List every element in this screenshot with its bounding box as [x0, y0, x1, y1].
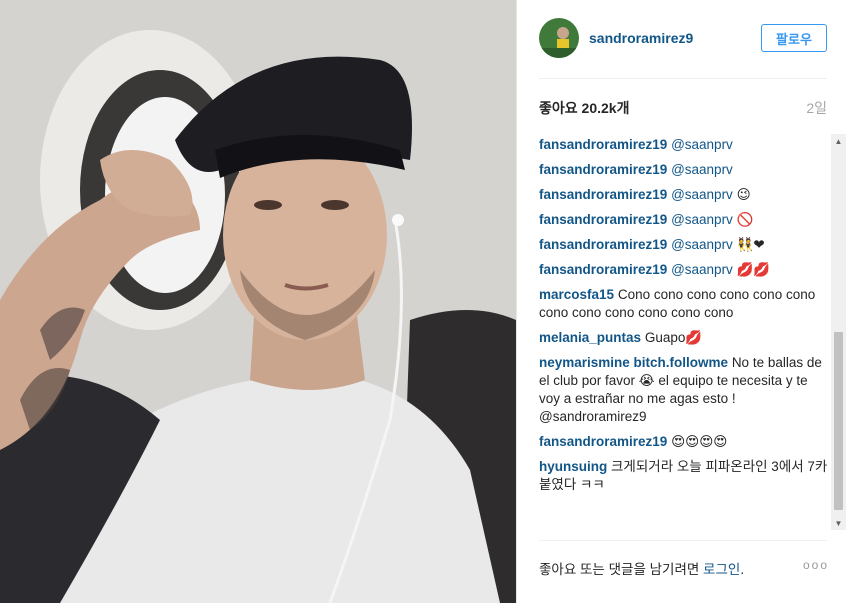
comment-username[interactable]: neymarismine bitch.followme: [539, 355, 728, 370]
comment-username[interactable]: fansandroramirez19: [539, 212, 667, 227]
post-sidebar: sandroramirez9 팔로우 좋아요 20.2k개 2일 fansand…: [516, 0, 846, 603]
comment-mention[interactable]: @saanprv: [671, 137, 733, 152]
comment-text: 💋💋: [736, 262, 771, 277]
scroll-down-icon[interactable]: ▼: [831, 516, 846, 530]
comment-username[interactable]: marcosfa15: [539, 287, 614, 302]
comment-username[interactable]: fansandroramirez19: [539, 262, 667, 277]
comment-item: fansandroramirez19 @saanprv: [539, 161, 829, 179]
comment-mention[interactable]: @saanprv: [671, 262, 733, 277]
post-header: sandroramirez9 팔로우: [517, 0, 846, 78]
comment-item: fansandroramirez19 @saanprv 💋💋: [539, 261, 829, 279]
post-footer: 좋아요 또는 댓글을 남기려면 로그인. ooo: [539, 558, 829, 582]
comment-item: hyunsuing 크게되거라 오늘 피파온라인 3에서 7카붙였다 ㅋㅋ: [539, 458, 829, 494]
comment-mention[interactable]: @saanprv: [671, 187, 733, 202]
comment-username[interactable]: fansandroramirez19: [539, 434, 667, 449]
login-link[interactable]: 로그인: [703, 562, 740, 577]
comments-list: fansandroramirez19 @saanprv fansandroram…: [539, 136, 829, 532]
likes-row: 좋아요 20.2k개 2일: [539, 98, 827, 118]
username-link[interactable]: sandroramirez9: [589, 30, 693, 46]
comment-username[interactable]: hyunsuing: [539, 459, 607, 474]
comment-mention[interactable]: @saanprv: [671, 237, 733, 252]
comment-text: Guapo💋: [644, 330, 703, 345]
comments-scrollbar[interactable]: ▲ ▼: [831, 134, 846, 530]
comment-item: neymarismine bitch.followme No te ballas…: [539, 354, 829, 426]
avatar[interactable]: [539, 18, 579, 58]
comment-username[interactable]: melania_puntas: [539, 330, 641, 345]
comment-item: fansandroramirez19 @saanprv 👯❤: [539, 236, 829, 254]
header-divider: [539, 78, 827, 79]
comment-text: 👯❤: [736, 237, 765, 252]
follow-button[interactable]: 팔로우: [761, 24, 827, 52]
footer-divider: [539, 540, 827, 541]
comment-item: melania_puntas Guapo💋: [539, 329, 829, 347]
comment-item: marcosfa15 Cono cono cono cono cono cono…: [539, 286, 829, 322]
scroll-up-icon[interactable]: ▲: [831, 134, 846, 148]
post-time: 2일: [806, 100, 827, 116]
post-photo[interactable]: [0, 0, 516, 603]
comment-username[interactable]: fansandroramirez19: [539, 187, 667, 202]
comment-username[interactable]: fansandroramirez19: [539, 237, 667, 252]
scrollbar-thumb[interactable]: [834, 332, 843, 510]
comment-item: fansandroramirez19 @saanprv 🚫: [539, 211, 829, 229]
comment-username[interactable]: fansandroramirez19: [539, 162, 667, 177]
comment-item: fansandroramirez19 😍😍😍😍: [539, 433, 829, 451]
selfie-image: [0, 0, 516, 603]
comment-item: fansandroramirez19 @saanprv 😉: [539, 186, 829, 204]
comment-username[interactable]: fansandroramirez19: [539, 137, 667, 152]
comment-text: 😍😍😍😍: [671, 434, 728, 449]
comment-mention[interactable]: @saanprv: [671, 212, 733, 227]
comment-text: 😉: [736, 187, 751, 202]
likes-count[interactable]: 좋아요 20.2k개: [539, 98, 629, 118]
comment-text: 🚫: [736, 212, 754, 227]
more-options-icon[interactable]: ooo: [803, 558, 829, 572]
comment-item: fansandroramirez19 @saanprv: [539, 136, 829, 154]
login-prompt: 좋아요 또는 댓글을 남기려면 로그인.: [539, 562, 745, 577]
comment-mention[interactable]: @saanprv: [671, 162, 733, 177]
